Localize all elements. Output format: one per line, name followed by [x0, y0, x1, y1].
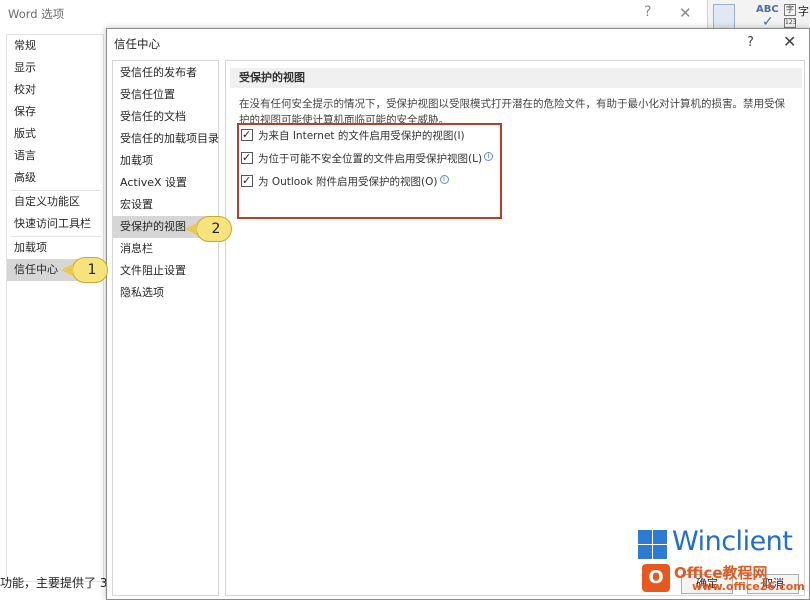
checkbox-unsafe-locations[interactable]: [241, 149, 253, 167]
word-nav-item-addins[interactable]: 加载项: [7, 237, 103, 259]
callout-number: 1: [87, 262, 97, 278]
word-nav-item-quick-access-toolbar[interactable]: 快速访问工具栏: [7, 213, 103, 235]
section-heading: 受保护的视图: [230, 68, 802, 88]
word-nav-item-language[interactable]: 语言: [7, 145, 103, 167]
background-document-text: 功能，主要提供了 3: [0, 576, 108, 590]
tc-nav-item-macro-settings[interactable]: 宏设置: [113, 194, 218, 216]
tc-nav-item-privacy-options[interactable]: 隐私选项: [113, 282, 218, 304]
word-count-number-icon: 123: [784, 18, 797, 28]
trust-center-title: 信任中心: [114, 37, 160, 51]
option-unsafe-locations-label: 为位于可能不安全位置的文件启用受保护视图(L): [258, 153, 483, 165]
tc-nav-item-trusted-addin-catalogs[interactable]: 受信任的加载项目录: [113, 128, 219, 150]
document-icon[interactable]: [713, 4, 735, 30]
word-nav-item-advanced[interactable]: 高级: [7, 167, 103, 189]
info-icon[interactable]: i: [484, 152, 494, 161]
tc-nav-item-file-block-settings[interactable]: 文件阻止设置: [113, 260, 218, 282]
word-count-label: 字: [798, 5, 809, 18]
trust-center-dialog: 信任中心 ? ✕ 受信任的发布者 受信任位置 受信任的文档 受信任的加载项目录 …: [106, 28, 810, 600]
tc-nav-item-trusted-publishers[interactable]: 受信任的发布者: [113, 62, 218, 84]
watermark-brand: Winclient: [672, 526, 793, 557]
word-options-close-button[interactable]: ✕: [679, 4, 692, 22]
checkbox-internet-files[interactable]: [241, 126, 253, 144]
word-nav-item-customize-ribbon[interactable]: 自定义功能区: [7, 191, 103, 213]
windows-logo-icon: [638, 530, 668, 560]
protected-view-panel: 受保护的视图 在没有任何安全提示的情况下，受保护视图以受限模式打开潜在的危险文件…: [225, 60, 805, 596]
option-internet-files-label: 为来自 Internet 的文件启用受保护的视图(I): [258, 130, 465, 142]
trust-center-help-button[interactable]: ?: [747, 35, 754, 50]
word-options-nav: 常规 显示 校对 保存 版式 语言 高级 自定义功能区 快速访问工具栏 加载项 …: [6, 34, 104, 582]
option-outlook-attachments[interactable]: 为 Outlook 附件启用受保护的视图(O)i: [241, 172, 449, 191]
watermark-url: www.office26.com: [692, 580, 805, 593]
callout-step-2: 2: [185, 216, 232, 242]
tc-nav-item-activex-settings[interactable]: ActiveX 设置: [113, 172, 218, 194]
word-count-icon[interactable]: 字: [784, 4, 796, 16]
option-outlook-attachments-label: 为 Outlook 附件启用受保护的视图(O): [258, 176, 438, 188]
tc-nav-item-message-bar[interactable]: 消息栏: [113, 238, 218, 260]
tc-nav-item-trusted-locations[interactable]: 受信任位置: [113, 84, 218, 106]
word-options-title: Word 选项: [8, 7, 65, 21]
callout-number: 2: [211, 221, 221, 237]
word-nav-item-display[interactable]: 显示: [7, 57, 103, 79]
callout-step-1: 1: [61, 257, 108, 283]
option-internet-files[interactable]: 为来自 Internet 的文件启用受保护的视图(I): [241, 126, 465, 145]
watermark: Winclient O Office教程网 www.office26.com: [638, 526, 806, 596]
tc-nav-item-addins[interactable]: 加载项: [113, 150, 218, 172]
office-logo-icon: O: [642, 564, 670, 592]
tc-nav-item-trusted-documents[interactable]: 受信任的文档: [113, 106, 218, 128]
checkbox-outlook-attachments[interactable]: [241, 172, 253, 190]
word-nav-item-save[interactable]: 保存: [7, 101, 103, 123]
word-nav-item-proofing[interactable]: 校对: [7, 79, 103, 101]
word-nav-item-layout[interactable]: 版式: [7, 123, 103, 145]
option-unsafe-locations[interactable]: 为位于可能不安全位置的文件启用受保护视图(L)i: [241, 149, 494, 168]
word-options-help-button[interactable]: ?: [644, 4, 651, 20]
trust-center-nav: 受信任的发布者 受信任位置 受信任的文档 受信任的加载项目录 加载项 Activ…: [112, 60, 219, 596]
word-nav-item-general[interactable]: 常规: [7, 35, 103, 57]
trust-center-close-button[interactable]: ✕: [783, 32, 796, 51]
info-icon[interactable]: i: [439, 175, 449, 184]
